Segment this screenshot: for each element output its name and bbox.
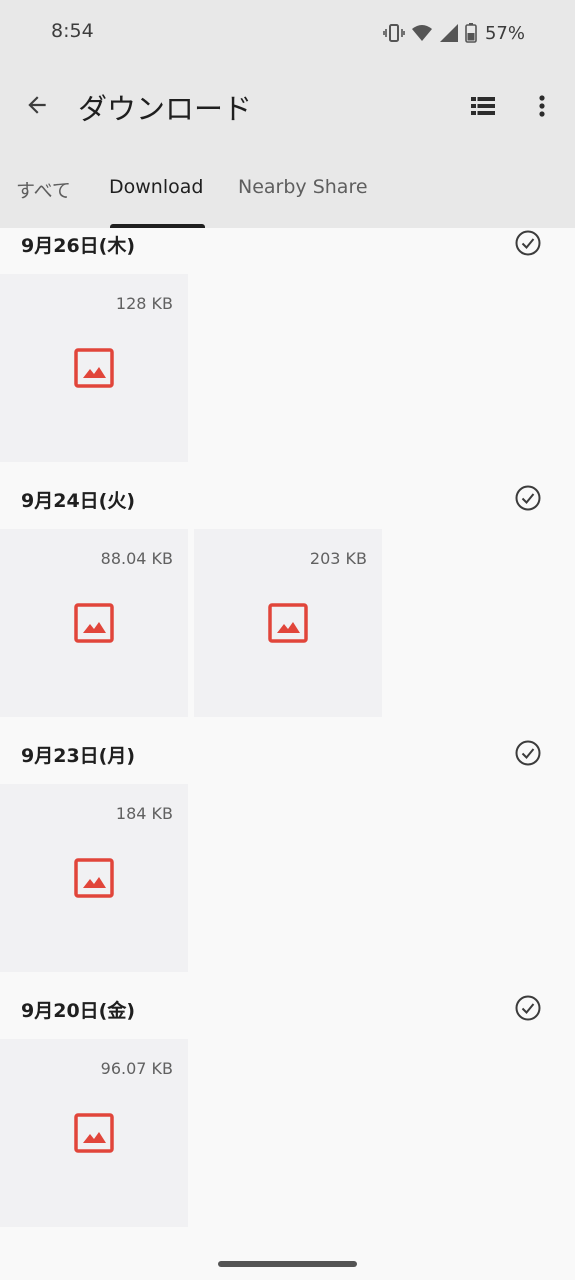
select-all-check-icon[interactable] bbox=[514, 229, 542, 257]
tab-bar: すべて Download Nearby Share bbox=[0, 160, 575, 228]
select-all-check-icon[interactable] bbox=[514, 994, 542, 1022]
image-icon bbox=[74, 858, 114, 898]
section-date: 9月20日(金) bbox=[21, 1000, 136, 1022]
image-icon bbox=[74, 348, 114, 388]
file-size: 128 KB bbox=[115, 294, 173, 313]
gesture-home-bar[interactable] bbox=[218, 1261, 357, 1267]
signal-icon bbox=[439, 24, 458, 42]
file-tile[interactable]: 96.07 KB bbox=[0, 1039, 188, 1227]
file-tile[interactable]: 128 KB bbox=[0, 274, 188, 462]
download-list[interactable]: 9月26日(木) 128 KB 9月24日(火) 88.04 KB 203 KB… bbox=[0, 228, 575, 1250]
page-title: ダウンロード bbox=[78, 92, 253, 126]
wifi-icon bbox=[411, 25, 432, 41]
date-section: 9月23日(月) 184 KB bbox=[0, 731, 575, 986]
file-size: 203 KB bbox=[309, 549, 367, 568]
date-section: 9月26日(木) 128 KB bbox=[0, 228, 575, 476]
file-size: 184 KB bbox=[115, 804, 173, 823]
more-vert-icon bbox=[539, 95, 545, 117]
list-view-button[interactable] bbox=[469, 92, 497, 120]
select-all-check-icon[interactable] bbox=[514, 484, 542, 512]
file-size: 96.07 KB bbox=[100, 1059, 173, 1078]
app-bar: 8:54 57% ダウンロード すべて Download Nearby Shar… bbox=[0, 0, 575, 228]
image-icon bbox=[74, 1113, 114, 1153]
status-bar: 8:54 57% bbox=[0, 0, 575, 62]
vibrate-icon bbox=[383, 24, 405, 42]
file-tile[interactable]: 203 KB bbox=[194, 529, 382, 717]
file-size: 88.04 KB bbox=[100, 549, 173, 568]
section-date: 9月23日(月) bbox=[21, 745, 136, 767]
list-view-icon bbox=[471, 97, 495, 115]
status-time: 8:54 bbox=[51, 20, 94, 42]
tab-download[interactable]: Download bbox=[109, 176, 203, 198]
select-all-check-icon[interactable] bbox=[514, 739, 542, 767]
file-tile[interactable]: 184 KB bbox=[0, 784, 188, 972]
arrow-back-icon bbox=[28, 96, 46, 114]
back-button[interactable] bbox=[22, 90, 52, 120]
section-date: 9月24日(火) bbox=[21, 490, 136, 512]
section-date: 9月26日(木) bbox=[21, 235, 136, 257]
date-section: 9月20日(金) 96.07 KB bbox=[0, 986, 575, 1241]
tab-all[interactable]: すべて bbox=[16, 176, 71, 203]
image-icon bbox=[74, 603, 114, 643]
status-icons: 57% bbox=[383, 20, 525, 46]
date-section: 9月24日(火) 88.04 KB 203 KB bbox=[0, 476, 575, 731]
battery-level: 57% bbox=[484, 22, 525, 44]
file-tile[interactable]: 88.04 KB bbox=[0, 529, 188, 717]
more-options-button[interactable] bbox=[529, 92, 555, 120]
battery-icon bbox=[465, 23, 477, 43]
tab-nearby-share[interactable]: Nearby Share bbox=[238, 176, 368, 198]
image-icon bbox=[268, 603, 308, 643]
